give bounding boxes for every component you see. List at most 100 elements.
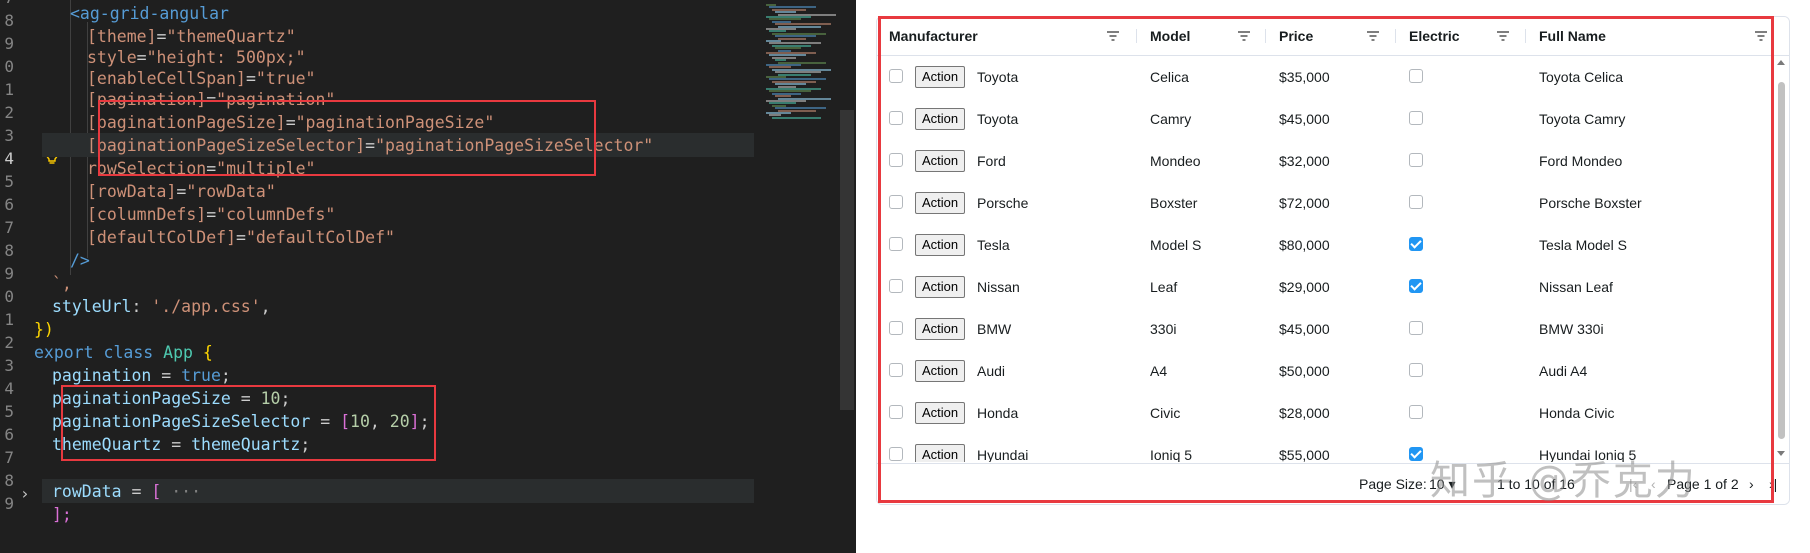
manufacturer-cell: Toyota xyxy=(977,69,1019,85)
table-row[interactable]: Action Nissan Leaf $29,000 Nissan Leaf xyxy=(877,266,1773,309)
last-page-icon[interactable]: ›| xyxy=(1769,464,1777,504)
code-line: style="height: 500px;" xyxy=(87,48,306,67)
electric-checkbox[interactable] xyxy=(1409,279,1423,293)
manufacturer-cell: Hyundai xyxy=(977,447,1029,462)
row-select-checkbox[interactable] xyxy=(889,279,903,293)
electric-checkbox[interactable] xyxy=(1409,447,1423,461)
model-cell: Camry xyxy=(1150,111,1192,127)
code-token: App xyxy=(163,343,193,362)
code-line: <ag-grid-angular xyxy=(70,2,229,26)
filter-icon[interactable] xyxy=(1106,30,1120,42)
annotation-highlight-box xyxy=(61,385,436,461)
action-button[interactable]: Action xyxy=(915,234,966,256)
scroll-down-arrow-icon[interactable] xyxy=(1777,451,1785,456)
column-header-full-name[interactable]: Full Name xyxy=(1539,17,1606,55)
code-token: class xyxy=(103,343,154,362)
row-select-checkbox[interactable] xyxy=(889,153,903,167)
action-button[interactable]: Action xyxy=(915,402,966,424)
table-row[interactable]: Action Tesla Model S $80,000 Tesla Model S xyxy=(877,224,1773,267)
price-cell: $55,000 xyxy=(1279,447,1330,462)
filter-icon[interactable] xyxy=(1366,30,1380,42)
line-number: 2 xyxy=(4,333,14,352)
minimap[interactable] xyxy=(762,0,842,553)
electric-checkbox[interactable] xyxy=(1409,363,1423,377)
table-row[interactable]: Action Porsche Boxster $72,000 Porsche Boxst… xyxy=(877,182,1773,225)
price-cell: $72,000 xyxy=(1279,195,1330,211)
editor-scrollbar[interactable] xyxy=(840,0,854,553)
column-header-manufacturer[interactable]: Manufacturer xyxy=(889,17,978,55)
code-line: [enableCellSpan]="true" xyxy=(87,69,316,88)
electric-checkbox[interactable] xyxy=(1409,111,1423,125)
minimap-line xyxy=(778,37,806,40)
electric-checkbox[interactable] xyxy=(1409,321,1423,335)
full-name-cell: Porsche Boxster xyxy=(1539,195,1642,211)
electric-checkbox[interactable] xyxy=(1409,195,1423,209)
row-select-checkbox[interactable] xyxy=(889,111,903,125)
model-cell: Mondeo xyxy=(1150,153,1201,169)
code-line: rowData = [ ··· xyxy=(52,482,202,501)
model-cell: Ioniq 5 xyxy=(1150,447,1193,462)
row-select-checkbox[interactable] xyxy=(889,363,903,377)
column-separator[interactable] xyxy=(1265,29,1266,43)
line-number: 9 xyxy=(4,494,14,513)
scroll-up-arrow-icon[interactable] xyxy=(1777,60,1785,65)
column-separator[interactable] xyxy=(1136,29,1137,43)
filter-icon[interactable] xyxy=(1754,30,1768,42)
line-number: 9 xyxy=(4,264,14,283)
action-button[interactable]: Action xyxy=(915,360,966,382)
grid-scrollbar-thumb[interactable] xyxy=(1778,82,1785,439)
line-number: 1 xyxy=(4,310,14,329)
row-select-checkbox[interactable] xyxy=(889,321,903,335)
code-line: styleUrl: './app.css', xyxy=(52,297,271,316)
electric-checkbox[interactable] xyxy=(1409,405,1423,419)
table-row[interactable]: Action Honda Civic $28,000 Honda Civic xyxy=(877,392,1773,435)
line-number: 1 xyxy=(4,80,14,99)
row-select-checkbox[interactable] xyxy=(889,195,903,209)
table-row[interactable]: Action Toyota Camry $45,000 Toyota Camry xyxy=(877,98,1773,141)
electric-checkbox[interactable] xyxy=(1409,69,1423,83)
electric-checkbox[interactable] xyxy=(1409,153,1423,167)
column-header-electric[interactable]: Electric xyxy=(1409,17,1460,55)
fold-chevron-icon[interactable]: › xyxy=(20,484,30,503)
filter-icon[interactable] xyxy=(1237,30,1251,42)
action-button[interactable]: Action xyxy=(915,444,966,462)
editor-scrollbar-thumb[interactable] xyxy=(840,110,854,410)
action-button[interactable]: Action xyxy=(915,192,966,214)
action-button[interactable]: Action xyxy=(915,66,966,88)
table-row[interactable]: Action Audi A4 $50,000 Audi A4 xyxy=(877,350,1773,393)
column-separator[interactable] xyxy=(1395,29,1396,43)
line-number: 9 xyxy=(4,34,14,53)
action-button[interactable]: Action xyxy=(915,150,966,172)
column-separator[interactable] xyxy=(1525,29,1526,43)
row-select-checkbox[interactable] xyxy=(889,69,903,83)
ag-grid: Manufacturer Model Price Electric Full Name … xyxy=(876,16,1790,505)
model-cell: Model S xyxy=(1150,237,1202,253)
filter-icon[interactable] xyxy=(1496,30,1510,42)
price-cell: $35,000 xyxy=(1279,69,1330,85)
collapsed-ellipsis[interactable]: ··· xyxy=(171,482,201,501)
row-select-checkbox[interactable] xyxy=(889,237,903,251)
grid-scrollbar[interactable] xyxy=(1773,56,1789,462)
code-editor[interactable]: 7 8 9 0 1 2 3 4 5 6 7 8 9 0 1 2 3 4 5 6 7 8 9 › <ag-grid-angul… xyxy=(0,0,855,553)
manufacturer-cell: Toyota xyxy=(977,111,1019,127)
code-area[interactable]: <ag-grid-angular [theme]="themeQuartz" s… xyxy=(34,0,762,553)
next-page-icon[interactable]: › xyxy=(1749,464,1754,504)
code-token: export xyxy=(34,343,94,362)
table-row[interactable]: Action BMW 330i $45,000 BMW 330i xyxy=(877,308,1773,351)
row-select-checkbox[interactable] xyxy=(889,447,903,461)
line-number: 3 xyxy=(4,356,14,375)
electric-checkbox[interactable] xyxy=(1409,237,1423,251)
line-number: 5 xyxy=(4,402,14,421)
table-row[interactable]: Action Toyota Celica $35,000 Toyota Celica xyxy=(877,56,1773,99)
column-header-price[interactable]: Price xyxy=(1279,17,1313,55)
table-row[interactable]: Action Ford Mondeo $32,000 Ford Mondeo xyxy=(877,140,1773,183)
action-button[interactable]: Action xyxy=(915,108,966,130)
code-token: /> xyxy=(70,251,90,270)
model-cell: A4 xyxy=(1150,363,1168,379)
column-header-model[interactable]: Model xyxy=(1150,17,1190,55)
row-select-checkbox[interactable] xyxy=(889,405,903,419)
action-button[interactable]: Action xyxy=(915,318,966,340)
action-button[interactable]: Action xyxy=(915,276,966,298)
code-line: [columnDefs]="columnDefs" xyxy=(87,205,336,224)
manufacturer-cell: BMW xyxy=(977,321,1012,337)
